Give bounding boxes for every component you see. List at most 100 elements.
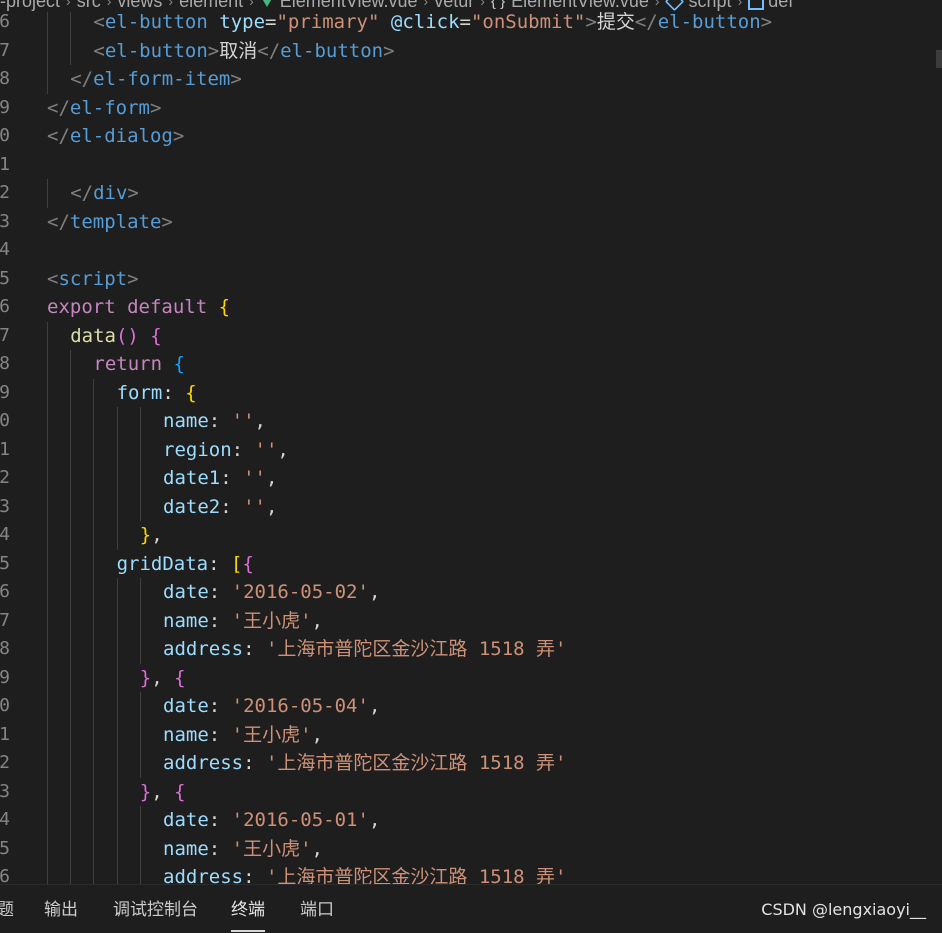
indent-guide bbox=[116, 521, 118, 550]
code-line[interactable]: 4 bbox=[0, 236, 942, 265]
chevron-right-icon: › bbox=[106, 0, 112, 9]
breadcrumb-item[interactable]: ElementView.vue bbox=[259, 0, 418, 12]
code-line[interactable]: 2 </div> bbox=[0, 179, 942, 208]
indent-guide bbox=[116, 834, 118, 863]
indent-guide bbox=[93, 720, 95, 749]
code-token: , bbox=[368, 581, 381, 603]
panel-tab[interactable]: 调试控制台 bbox=[113, 885, 198, 933]
line-number: 0 bbox=[0, 695, 10, 716]
indent-guide bbox=[70, 435, 72, 464]
breadcrumb-item[interactable]: def bbox=[748, 0, 793, 12]
code-line[interactable]: 8 </el-form-item> bbox=[0, 65, 942, 94]
breadcrumb-item[interactable]: src bbox=[77, 0, 101, 12]
code-line[interactable]: 7 name: '王小虎', bbox=[0, 606, 942, 635]
indent-guide bbox=[47, 350, 48, 379]
code-line[interactable]: 6 export default { bbox=[0, 293, 942, 322]
code-line[interactable]: 5 name: '王小虎', bbox=[0, 834, 942, 863]
code-line[interactable]: 9 </el-form> bbox=[0, 94, 942, 123]
code-line[interactable]: 1 bbox=[0, 151, 942, 180]
code-line[interactable]: 3}, { bbox=[0, 777, 942, 806]
indent-guide bbox=[139, 863, 141, 884]
chevron-right-icon: › bbox=[480, 0, 485, 9]
code-line[interactable]: 6 address: '上海市普陀区金沙江路 1518 弄' bbox=[0, 863, 942, 884]
indent-guide bbox=[139, 834, 141, 863]
line-number: 9 bbox=[0, 96, 10, 118]
indent-guide bbox=[93, 806, 95, 835]
indent-guide bbox=[47, 65, 48, 94]
breadcrumb-item[interactable]: views bbox=[117, 0, 162, 12]
code-line[interactable]: 4 date: '2016-05-01', bbox=[0, 806, 942, 835]
line-number: 0 bbox=[0, 125, 10, 146]
line-number: 1 bbox=[0, 153, 10, 175]
code-line[interactable]: 6 date: '2016-05-02', bbox=[0, 578, 942, 607]
code-token: el-button bbox=[280, 39, 384, 62]
code-line[interactable]: 0 name: '', bbox=[0, 407, 942, 436]
code-token: name bbox=[163, 723, 209, 746]
indent-guide bbox=[47, 692, 48, 721]
indent-guide bbox=[116, 663, 118, 692]
code-line[interactable]: 5 gridData: [{ bbox=[0, 549, 942, 579]
code-line[interactable]: 1 name: '王小虎', bbox=[0, 720, 942, 749]
chevron-right-icon: › bbox=[423, 0, 429, 9]
code-line[interactable]: 1 region: '', bbox=[0, 435, 942, 465]
code-token: el-button bbox=[104, 11, 208, 33]
line-number: 4 bbox=[0, 524, 10, 545]
code-token: , bbox=[151, 666, 175, 689]
code-line[interactable]: 8 return { bbox=[0, 350, 942, 379]
code-line[interactable]: 3 date2: '', bbox=[0, 492, 942, 522]
code-line[interactable]: 2 date1: '', bbox=[0, 464, 942, 493]
code-line[interactable]: 0 date: '2016-05-04', bbox=[0, 692, 942, 721]
indent-guide bbox=[70, 663, 72, 692]
code-line[interactable]: 8 address: '上海市普陀区金沙江路 1518 弄' bbox=[0, 635, 942, 664]
indent-guide bbox=[47, 179, 48, 208]
breadcrumb-item[interactable]: { } ElementView.vue bbox=[491, 0, 649, 12]
indent-guide bbox=[93, 378, 95, 407]
code-line[interactable]: 9 form: { bbox=[0, 378, 942, 407]
code-line[interactable]: 7 data() { bbox=[0, 321, 942, 350]
code-token: > bbox=[127, 182, 139, 204]
code-token: </ bbox=[257, 39, 281, 62]
code-line[interactable]: 5 <script> bbox=[0, 265, 942, 294]
code-token: : bbox=[162, 381, 186, 404]
breadcrumb-item[interactable]: -project bbox=[0, 0, 60, 12]
code-text: date2: '', bbox=[163, 493, 277, 522]
code-text: address: '上海市普陀区金沙江路 1518 弄' bbox=[163, 635, 566, 664]
indent-guide bbox=[116, 806, 118, 835]
indent-guide bbox=[70, 777, 72, 806]
code-token: '2016-05-04' bbox=[231, 695, 369, 717]
indent-guide bbox=[93, 521, 95, 550]
code-line[interactable]: 6 <el-button type="primary" @click="onSub… bbox=[0, 8, 942, 37]
breadcrumb-item[interactable]: script bbox=[664, 0, 732, 12]
indent-guide bbox=[70, 350, 72, 379]
panel-tab[interactable]: 输出 bbox=[44, 885, 78, 933]
code-line[interactable]: 4}, bbox=[0, 521, 942, 550]
line-number: 1 bbox=[0, 723, 10, 745]
code-line[interactable]: 7 <el-button>取消</el-button> bbox=[0, 36, 942, 65]
breadcrumb-label: def bbox=[768, 0, 794, 11]
indent-guide bbox=[139, 806, 141, 835]
code-text: region: '', bbox=[163, 436, 289, 465]
code-text: address: '上海市普陀区金沙江路 1518 弄' bbox=[163, 749, 566, 778]
indent-guide bbox=[70, 407, 72, 436]
code-line[interactable]: 0 </el-dialog> bbox=[0, 122, 942, 151]
code-line[interactable]: 2 address: '上海市普陀区金沙江路 1518 弄' bbox=[0, 749, 942, 778]
code-token: el-form bbox=[69, 96, 150, 119]
code-text: date1: '', bbox=[163, 464, 277, 493]
code-token: '王小虎' bbox=[231, 723, 312, 746]
code-text: gridData: [{ bbox=[117, 550, 254, 579]
line-number: 4 bbox=[0, 809, 10, 830]
breadcrumb-item[interactable]: vetur bbox=[434, 0, 474, 12]
panel-tab[interactable]: 终端 bbox=[231, 885, 265, 933]
scrollbar-marker[interactable] bbox=[936, 50, 942, 68]
indent-guide bbox=[70, 8, 72, 37]
code-editor[interactable]: 6 <el-button type="primary" @click="onSub… bbox=[0, 8, 942, 884]
panel-tab[interactable]: 端口 bbox=[300, 885, 334, 933]
panel-tab[interactable]: 题 bbox=[0, 885, 14, 933]
breadcrumb-item[interactable]: element bbox=[179, 0, 243, 12]
code-line[interactable]: 3 </template> bbox=[0, 208, 942, 237]
code-token: : bbox=[231, 438, 255, 461]
code-line[interactable]: 9}, { bbox=[0, 663, 942, 692]
code-token: return bbox=[93, 353, 163, 375]
